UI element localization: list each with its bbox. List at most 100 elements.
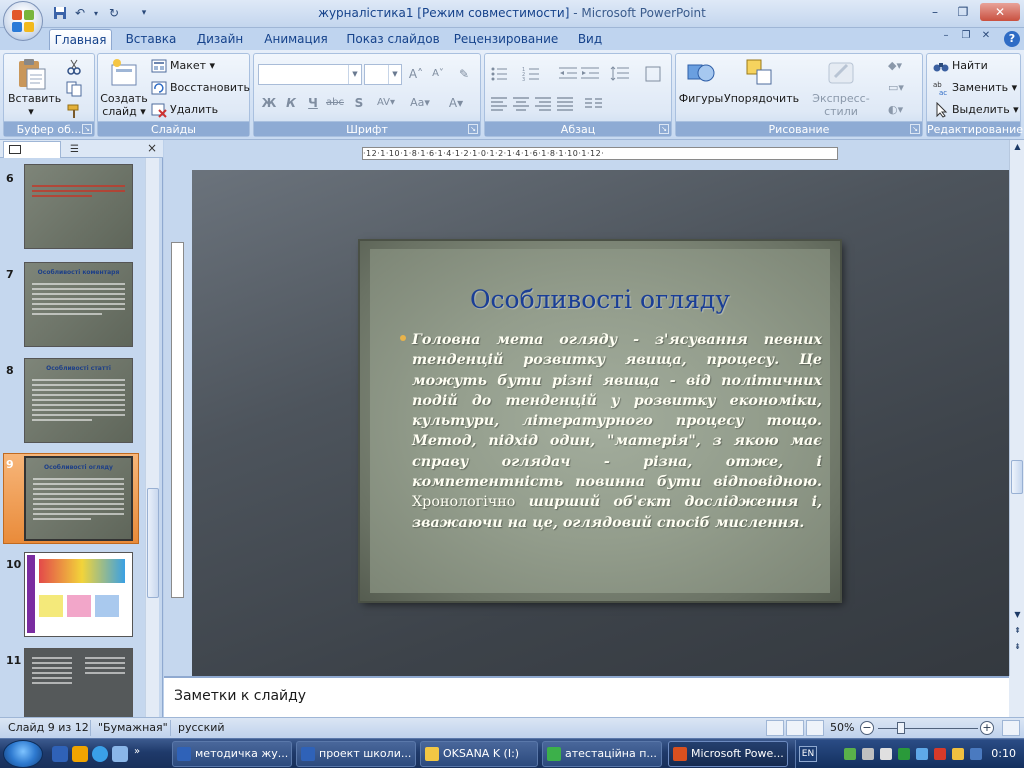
taskbar-item[interactable]: методичка жу... — [172, 741, 292, 767]
text-shadow-button[interactable]: S — [349, 93, 369, 113]
delete-slide-button[interactable]: Удалить — [151, 100, 218, 120]
clock[interactable]: 0:10 — [991, 747, 1016, 760]
align-left-icon[interactable] — [489, 94, 511, 114]
font-color-button[interactable]: A▾ — [442, 93, 470, 113]
zoom-slider-thumb[interactable] — [897, 722, 905, 734]
italic-button[interactable]: К — [281, 93, 301, 113]
bold-button[interactable]: Ж — [259, 93, 279, 113]
tray-app-icon[interactable] — [952, 748, 964, 760]
clipboard-launcher-icon[interactable]: ↘ — [82, 124, 92, 134]
bullets-icon[interactable] — [489, 64, 511, 84]
quick-launch-icon[interactable] — [72, 746, 88, 762]
strikethrough-button[interactable]: abc — [325, 93, 345, 113]
normal-view-icon[interactable] — [766, 720, 784, 736]
tab-design[interactable]: Дизайн — [188, 29, 252, 50]
minimize-button[interactable]: – — [922, 3, 948, 21]
horizontal-ruler[interactable]: ·12·1·10·1·8·1·6·1·4·1·2·1·0·1·2·1·4·1·6… — [362, 147, 838, 160]
font-launcher-icon[interactable]: ↘ — [468, 124, 478, 134]
volume-icon[interactable] — [862, 748, 874, 760]
justify-icon[interactable] — [555, 94, 577, 114]
find-button[interactable]: Найти — [933, 56, 988, 76]
font-name-combo[interactable]: ▼ — [258, 64, 362, 85]
replace-button[interactable]: ab ac Заменить ▾ — [933, 78, 1017, 98]
change-case-button[interactable]: Aa▾ — [406, 93, 434, 113]
zoom-out-icon[interactable]: − — [860, 721, 874, 735]
doc-restore-button[interactable]: ❐ — [956, 29, 976, 43]
font-size-combo[interactable]: ▼ — [364, 64, 402, 85]
notes-pane[interactable]: Заметки к слайду — [164, 676, 1009, 717]
decrease-indent-icon[interactable] — [557, 64, 579, 84]
arrange-button[interactable]: Упорядочить — [724, 57, 799, 105]
align-right-icon[interactable] — [533, 94, 555, 114]
taskbar-item-active[interactable]: Microsoft Powe... — [668, 741, 788, 767]
network-icon[interactable] — [844, 748, 856, 760]
tab-outline[interactable]: ☰ — [64, 141, 122, 158]
slide-body-text[interactable]: Головна мета огляду - з'ясування певних … — [412, 330, 822, 533]
slides-pane-scrollbar[interactable] — [145, 158, 159, 717]
slides-pane-scroll-thumb[interactable] — [147, 488, 159, 598]
columns-icon[interactable] — [583, 94, 605, 114]
doc-close-button[interactable]: ✕ — [976, 29, 996, 43]
vertical-ruler[interactable] — [171, 242, 184, 598]
next-slide-icon[interactable]: ⇟ — [1012, 642, 1023, 651]
scroll-up-icon[interactable]: ▲ — [1012, 142, 1023, 151]
slide-thumbnail-7[interactable]: Особливості коментаря — [24, 262, 133, 347]
shape-effects-icon[interactable]: ◐▾ — [888, 100, 903, 120]
new-slide-button[interactable]: Создать слайд ▾ — [100, 57, 148, 118]
shape-fill-icon[interactable]: ◆▾ — [888, 56, 902, 76]
help-button[interactable]: ? — [1004, 31, 1020, 47]
align-center-icon[interactable] — [511, 94, 533, 114]
tab-review[interactable]: Рецензирование — [450, 29, 562, 50]
office-button[interactable] — [3, 1, 43, 41]
shrink-font-button[interactable]: A˅ — [428, 64, 448, 84]
more-quick-launch-icon[interactable]: » — [134, 746, 150, 762]
fit-to-window-icon[interactable] — [1002, 720, 1020, 736]
line-spacing-icon[interactable] — [609, 64, 631, 84]
format-painter-button[interactable] — [66, 101, 85, 121]
tray-app-icon[interactable] — [970, 748, 982, 760]
slides-pane-close-button[interactable]: × — [147, 141, 157, 155]
start-button[interactable] — [3, 740, 43, 768]
slide-thumbnail-10[interactable] — [24, 552, 133, 637]
taskbar-item[interactable]: атестаційна п... — [542, 741, 662, 767]
tab-slide-show[interactable]: Показ слайдов — [342, 29, 444, 50]
language-indicator[interactable]: русский — [178, 721, 225, 734]
numbering-icon[interactable]: 123 — [521, 64, 543, 84]
slide-thumbnail-8[interactable]: Особливості статті — [24, 358, 133, 443]
copy-button[interactable] — [66, 79, 85, 99]
scroll-down-icon[interactable]: ▼ — [1012, 610, 1023, 619]
grow-font-button[interactable]: A˄ — [406, 64, 426, 84]
language-switcher[interactable]: EN — [799, 746, 817, 762]
slide-thumbnail-6[interactable] — [24, 164, 133, 249]
previous-slide-icon[interactable]: ⇞ — [1012, 626, 1023, 635]
zoom-level[interactable]: 50% — [830, 721, 854, 734]
paragraph-launcher-icon[interactable]: ↘ — [659, 124, 669, 134]
drawing-launcher-icon[interactable]: ↘ — [910, 124, 920, 134]
character-spacing-button[interactable]: AV▾ — [372, 93, 400, 113]
paste-button[interactable]: Вставить ▾ — [8, 57, 61, 118]
tab-slides[interactable] — [3, 141, 61, 158]
antivirus-icon[interactable] — [934, 748, 946, 760]
font-name-dropdown-icon[interactable]: ▼ — [348, 65, 361, 84]
select-button[interactable]: Выделить ▾ — [933, 100, 1019, 120]
tray-app-icon[interactable] — [880, 748, 892, 760]
tab-home[interactable]: Главная — [49, 29, 112, 50]
taskbar-item[interactable]: проект школи... — [296, 741, 416, 767]
slide[interactable]: Особливості огляду Головна мета огляду -… — [360, 241, 840, 601]
maximize-button[interactable]: ❐ — [950, 3, 976, 21]
cut-button[interactable] — [66, 57, 85, 77]
slide-thumbnail-9[interactable]: Особливості огляду — [24, 456, 133, 541]
editor-vertical-scrollbar[interactable]: ▲ ▼ ⇞ ⇟ — [1009, 140, 1024, 676]
font-size-dropdown-icon[interactable]: ▼ — [388, 65, 401, 84]
battery-icon[interactable] — [898, 748, 910, 760]
layout-button[interactable]: Макет ▾ — [151, 56, 215, 76]
tab-insert[interactable]: Вставка — [118, 29, 184, 50]
shape-outline-icon[interactable]: ▭▾ — [888, 78, 904, 98]
slide-show-view-icon[interactable] — [806, 720, 824, 736]
taskbar-item[interactable]: OKSANA K (I:) — [420, 741, 538, 767]
tab-view[interactable]: Вид — [570, 29, 610, 50]
clear-formatting-icon[interactable]: ✎ — [454, 64, 474, 84]
zoom-in-icon[interactable]: + — [980, 721, 994, 735]
quick-launch-icon[interactable] — [52, 746, 68, 762]
tab-animation[interactable]: Анимация — [256, 29, 336, 50]
